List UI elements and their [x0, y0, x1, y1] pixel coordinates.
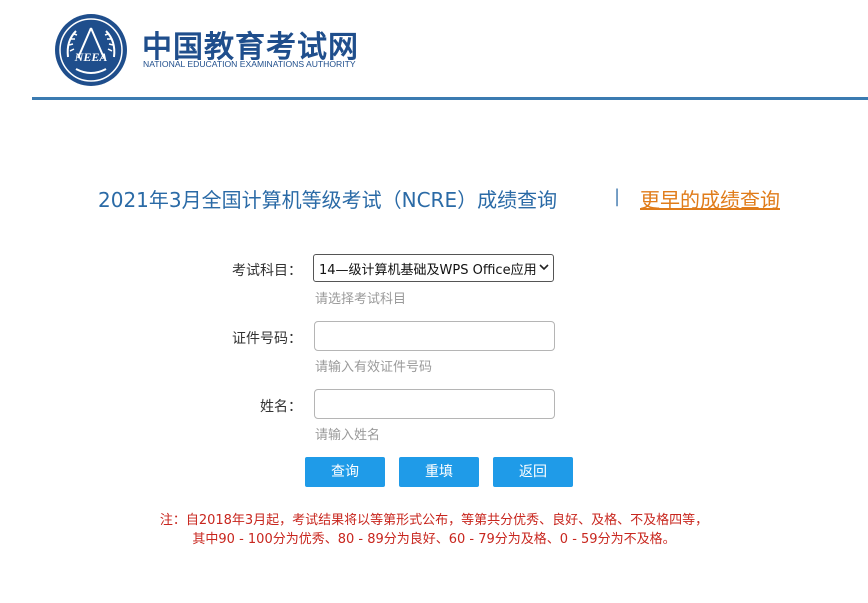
title-separator: | [614, 186, 621, 207]
chevron-down-icon [539, 264, 549, 271]
name-label: 姓名： [260, 399, 302, 415]
id-number-input[interactable] [314, 321, 555, 351]
subject-select[interactable]: 14—级计算机基础及WPS Office应用 [313, 254, 554, 282]
grading-note-line1: 注：自2018年3月起，考试结果将以等第形式公布，等第共分优秀、良好、及格、不及… [159, 513, 709, 528]
back-button[interactable]: 返回 [493, 457, 573, 487]
earlier-scores-link[interactable]: 更早的成绩查询 [640, 184, 780, 213]
name-hint: 请输入姓名 [315, 428, 381, 443]
subject-hint: 请选择考试科目 [315, 292, 407, 307]
neea-logo[interactable]: NEEA [54, 13, 128, 87]
subject-label: 考试科目： [232, 263, 302, 279]
grading-note-line2: 其中90 - 100分为优秀、80 - 89分为良好、60 - 79分为及格、0… [192, 532, 676, 547]
brand-name-en: NATIONAL EDUCATION EXAMINATIONS AUTHORIT… [143, 59, 356, 69]
svg-text:NEEA: NEEA [74, 50, 108, 64]
query-button[interactable]: 查询 [305, 457, 385, 487]
id-number-hint: 请输入有效证件号码 [315, 360, 433, 375]
page-title: 2021年3月全国计算机等级考试（NCRE）成绩查询 [98, 188, 558, 212]
site-header: NEEA 中国教育考试网 NATIONAL EDUCATION EXAMINAT… [0, 0, 868, 100]
id-number-label: 证件号码： [232, 331, 302, 347]
title-row: 2021年3月全国计算机等级考试（NCRE）成绩查询 | 更早的成绩查询 [0, 184, 868, 214]
subject-select-value: 14—级计算机基础及WPS Office应用 [319, 263, 537, 278]
name-input[interactable] [314, 389, 555, 419]
reset-button[interactable]: 重填 [399, 457, 479, 487]
header-divider [32, 97, 868, 100]
